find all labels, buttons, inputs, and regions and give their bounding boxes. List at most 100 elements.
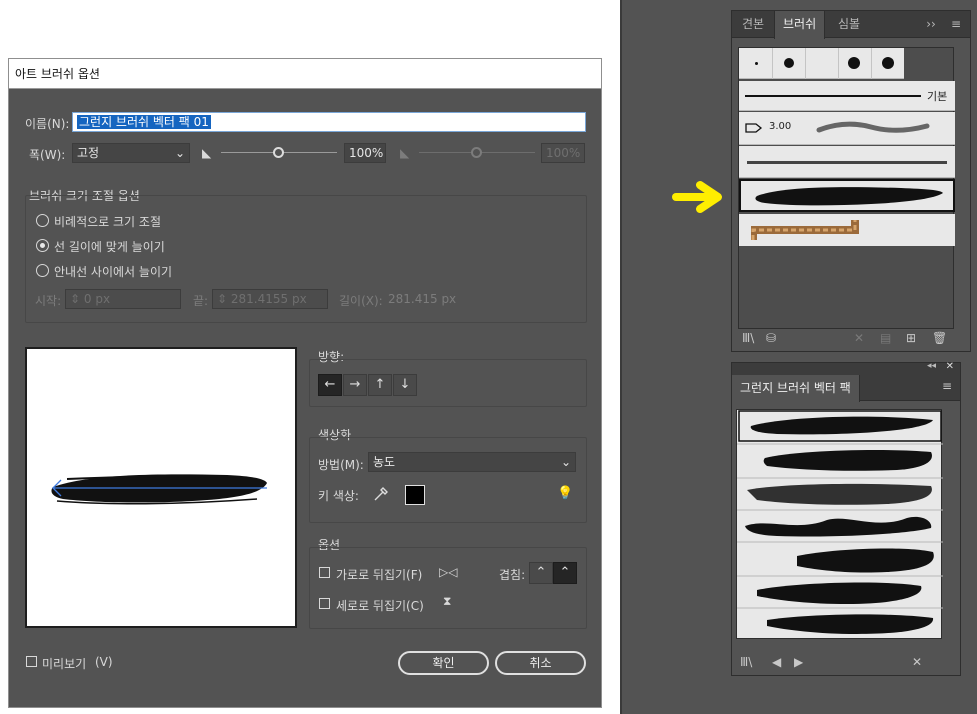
width-percent-input[interactable]: 100% xyxy=(344,143,386,163)
key-color-label: 키 색상: xyxy=(318,489,359,503)
brush-list: 기본 3.00 xyxy=(738,47,955,329)
width-slider-thumb[interactable] xyxy=(273,147,284,158)
library-panel: ◂◂ ✕ 그런지 브러쉬 벡터 팩 ≡ Ⅲ\ ◀ ▶ ✕ xyxy=(731,361,961,676)
stepper-icon: ⇕ xyxy=(70,292,84,306)
scale-proportional-label: 비례적으로 크기 조절 xyxy=(54,215,161,229)
end-label: 끝: xyxy=(193,294,209,308)
tab-brushes[interactable]: 브러쉬 xyxy=(774,11,826,39)
end-value: 281.4155 px xyxy=(230,292,307,306)
brush-preview-canvas xyxy=(25,347,297,628)
pattern-brush-row[interactable]: 3.00 xyxy=(739,112,955,145)
collapse-icon[interactable]: ◂◂ xyxy=(927,361,936,371)
stretch-between-guides-label: 안내선 사이에서 늘이기 xyxy=(54,265,173,279)
thin-brush-row[interactable] xyxy=(739,146,955,178)
annotation-arrow-icon xyxy=(672,181,722,213)
method-select[interactable]: 농도 ⌄ xyxy=(368,452,576,472)
brush-size-label: 3.00 xyxy=(769,121,792,132)
colorize-group xyxy=(309,437,587,523)
flip-vertical-checkbox[interactable] xyxy=(319,598,330,609)
library-menu-icon[interactable]: ≡ xyxy=(942,379,952,393)
ok-button[interactable]: 확인 xyxy=(398,651,489,675)
panel-expand-icon[interactable]: ›› xyxy=(922,11,940,37)
min-width-icon: ◣ xyxy=(202,146,212,160)
basic-brush-row[interactable]: 기본 xyxy=(739,81,955,111)
rope-pattern-brush-row[interactable] xyxy=(739,214,955,246)
add-to-brushes-icon[interactable]: ✕ xyxy=(912,655,922,669)
library-panel-icon[interactable]: ⛁ xyxy=(766,331,776,345)
library-title-tab[interactable]: 그런지 브러쉬 벡터 팩 xyxy=(732,375,860,402)
brush-dot-5px[interactable] xyxy=(784,58,794,68)
brush-dot-1px[interactable] xyxy=(755,62,758,65)
name-input[interactable]: 그런지 브러쉬 벡터 팩 01 xyxy=(72,112,586,132)
start-input: ⇕ 0 px xyxy=(65,289,181,309)
divider xyxy=(871,48,872,79)
brushes-panel-tabbar: 견본 브러쉬 심볼 ›› ≡ xyxy=(732,11,970,39)
eyedropper-icon[interactable] xyxy=(372,485,388,503)
preview-brush-stroke xyxy=(51,474,267,505)
tab-symbols[interactable]: 심볼 xyxy=(830,11,868,37)
brush-dot-9px[interactable] xyxy=(882,57,894,69)
previous-library-icon[interactable]: ◀ xyxy=(772,655,781,669)
tab-swatches[interactable]: 견본 xyxy=(734,11,772,37)
calligraphic-brush-row[interactable] xyxy=(739,48,904,79)
width-mode-value: 고정 xyxy=(77,146,100,160)
close-icon[interactable]: ✕ xyxy=(946,361,954,372)
direction-right-button[interactable]: → xyxy=(343,374,367,396)
width-label: 폭(W): xyxy=(29,148,66,162)
preview-checkbox[interactable] xyxy=(26,656,37,667)
stepper-icon: ⇕ xyxy=(217,292,231,306)
key-color-swatch[interactable] xyxy=(405,485,425,505)
library-brush-list xyxy=(736,409,943,639)
art-brush-options-dialog: 아트 브러쉬 옵션 이름(N): 그런지 브러쉬 벡터 팩 01 폭(W): 고… xyxy=(8,58,602,708)
direction-left-button[interactable]: ← xyxy=(318,374,342,396)
brush-library-icon[interactable]: Ⅲ\ xyxy=(742,331,754,345)
cancel-button[interactable]: 취소 xyxy=(495,651,586,675)
delete-brush-icon[interactable]: 🗑 xyxy=(932,331,947,345)
thin-stroke xyxy=(747,161,947,164)
direction-down-button[interactable]: ↓ xyxy=(393,374,417,396)
brush-tip-icon xyxy=(745,123,763,133)
divider xyxy=(805,48,806,79)
grunge-stroke-preview xyxy=(755,187,943,206)
tips-icon[interactable]: 💡 xyxy=(557,486,573,501)
rope-pattern-preview xyxy=(751,220,859,240)
overlap-miter-button[interactable]: ⌃ xyxy=(529,562,553,584)
stretch-to-fit-radio[interactable] xyxy=(36,239,49,252)
divider xyxy=(772,48,773,79)
library-panel-topbar: ◂◂ ✕ xyxy=(732,361,960,375)
flip-vertical-label: 세로로 뒤집기(C) xyxy=(336,599,424,613)
chevron-down-icon: ⌄ xyxy=(560,455,571,469)
grunge-brush-row-selected[interactable] xyxy=(739,179,955,212)
flip-vertical-icon: ⧗ xyxy=(443,594,452,608)
overlap-label: 겹침: xyxy=(499,568,526,582)
options-group xyxy=(309,547,587,629)
chevron-down-icon: ⌄ xyxy=(174,146,185,160)
panel-menu-icon[interactable]: ≡ xyxy=(946,11,966,37)
direction-up-button[interactable]: ↑ xyxy=(368,374,392,396)
options-icon[interactable]: ▤ xyxy=(880,331,891,345)
remove-stroke-icon[interactable]: ✕ xyxy=(854,331,864,345)
start-value: 0 px xyxy=(83,292,111,306)
stretch-to-fit-label: 선 길이에 맞게 늘이기 xyxy=(54,240,165,254)
width-percent-input-disabled: 100% xyxy=(541,143,585,163)
flip-horizontal-label: 가로로 뒤집기(F) xyxy=(336,568,423,582)
next-library-icon[interactable]: ▶ xyxy=(794,655,803,669)
library-type-icon[interactable]: Ⅲ\ xyxy=(740,655,752,669)
overlap-round-button[interactable]: ⌃ xyxy=(553,562,577,584)
new-brush-icon[interactable]: ⊞ xyxy=(906,331,916,345)
library-tabbar: 그런지 브러쉬 벡터 팩 ≡ xyxy=(732,375,960,402)
brush-dot-7px[interactable] xyxy=(848,57,860,69)
brushes-panel: 견본 브러쉬 심볼 ›› ≡ 기본 3.00 Ⅲ\ ⛁ ✕ ▤ ⊞ 🗑 xyxy=(731,10,971,352)
width-mode-select[interactable]: 고정 ⌄ xyxy=(72,143,190,163)
length-value: 281.415 px xyxy=(388,292,457,306)
start-label: 시작: xyxy=(35,294,62,308)
basic-stroke xyxy=(745,95,921,97)
stretch-between-guides-radio[interactable] xyxy=(36,264,49,277)
flip-horizontal-icon: ▷◁ xyxy=(439,565,458,579)
name-input-selected-text: 그런지 브러쉬 벡터 팩 01 xyxy=(77,115,211,129)
method-value: 농도 xyxy=(373,455,396,469)
flip-horizontal-checkbox[interactable] xyxy=(319,567,330,578)
method-label: 방법(M): xyxy=(318,458,364,472)
scale-proportional-radio[interactable] xyxy=(36,214,49,227)
end-input: ⇕ 281.4155 px xyxy=(212,289,328,309)
